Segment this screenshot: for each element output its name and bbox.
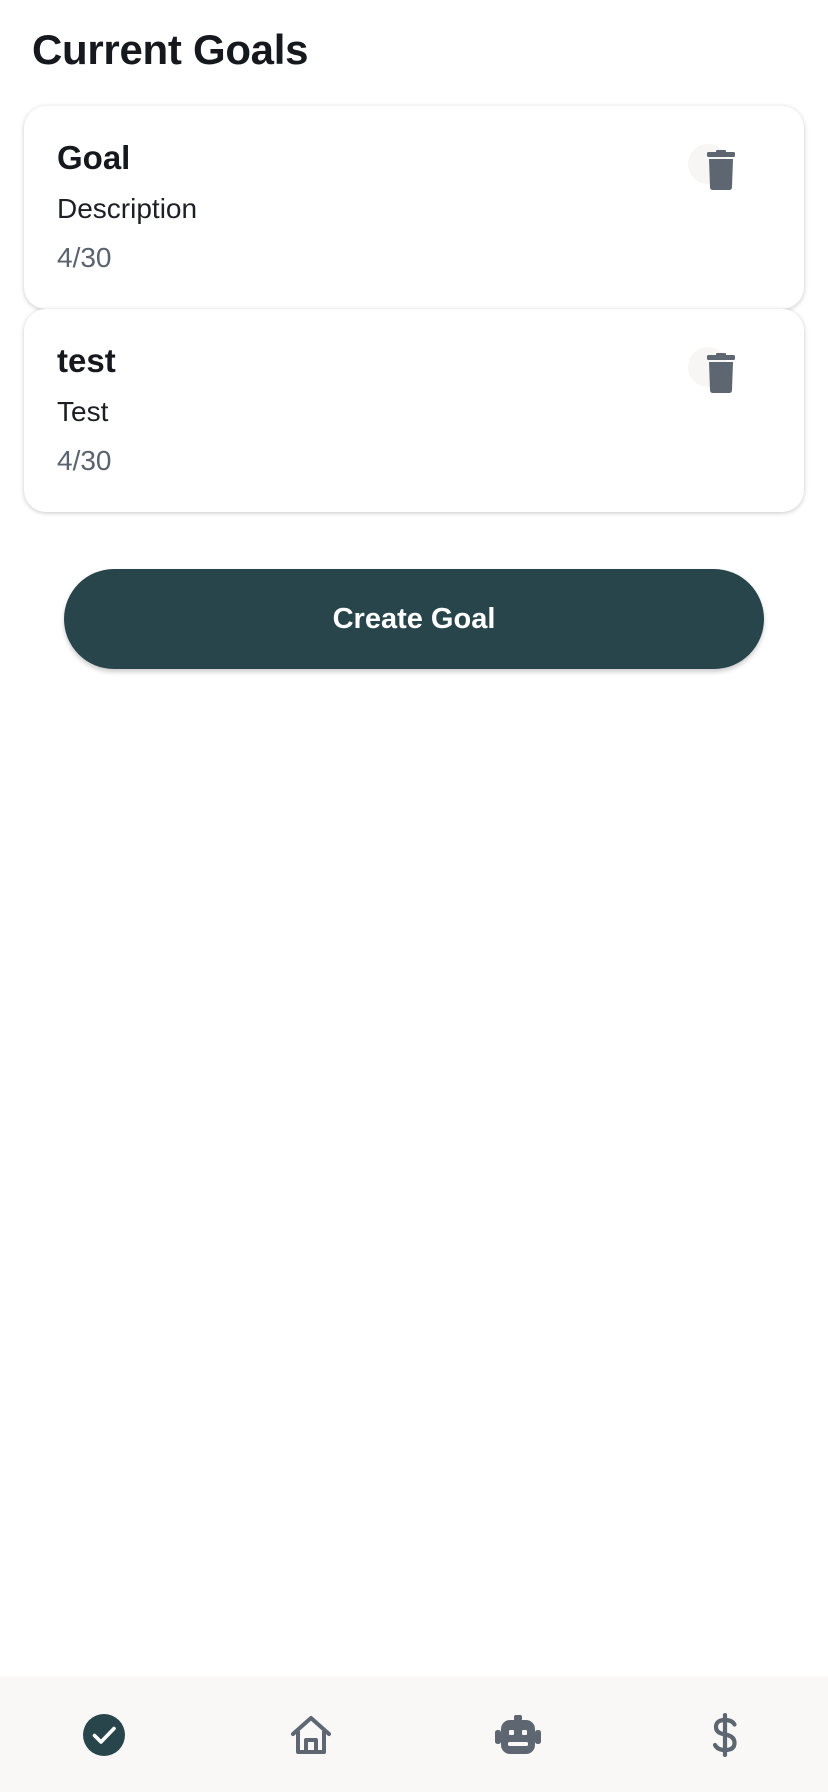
bottom-navigation <box>0 1677 828 1792</box>
robot-icon <box>494 1714 541 1754</box>
goal-progress: 4/30 <box>57 242 112 273</box>
goal-progress: 4/30 <box>57 445 112 476</box>
check-circle-icon <box>82 1713 125 1756</box>
goal-list: Goal Description 4/30 test Test 4/30 <box>24 106 804 512</box>
goal-title: test <box>57 342 116 379</box>
create-goal-button[interactable]: Create Goal <box>64 569 764 669</box>
goal-card[interactable]: Goal Description 4/30 <box>24 106 804 309</box>
delete-goal-button[interactable] <box>682 341 746 405</box>
delete-goal-button[interactable] <box>682 138 746 202</box>
trash-icon <box>707 150 735 190</box>
home-icon <box>290 1715 331 1754</box>
goal-title: Goal <box>57 139 131 176</box>
page-title: Current Goals <box>32 26 309 73</box>
nav-item-goals[interactable] <box>0 1677 207 1792</box>
nav-item-finance[interactable] <box>621 1677 828 1792</box>
goal-description: Description <box>57 193 198 224</box>
goals-screen: Current Goals Goal Description 4/30 test… <box>0 0 828 1792</box>
trash-icon <box>707 353 735 393</box>
goal-description: Test <box>57 396 109 427</box>
dollar-icon <box>712 1712 737 1757</box>
nav-item-assistant[interactable] <box>414 1677 621 1792</box>
goal-card[interactable]: test Test 4/30 <box>24 309 804 512</box>
nav-item-home[interactable] <box>207 1677 414 1792</box>
